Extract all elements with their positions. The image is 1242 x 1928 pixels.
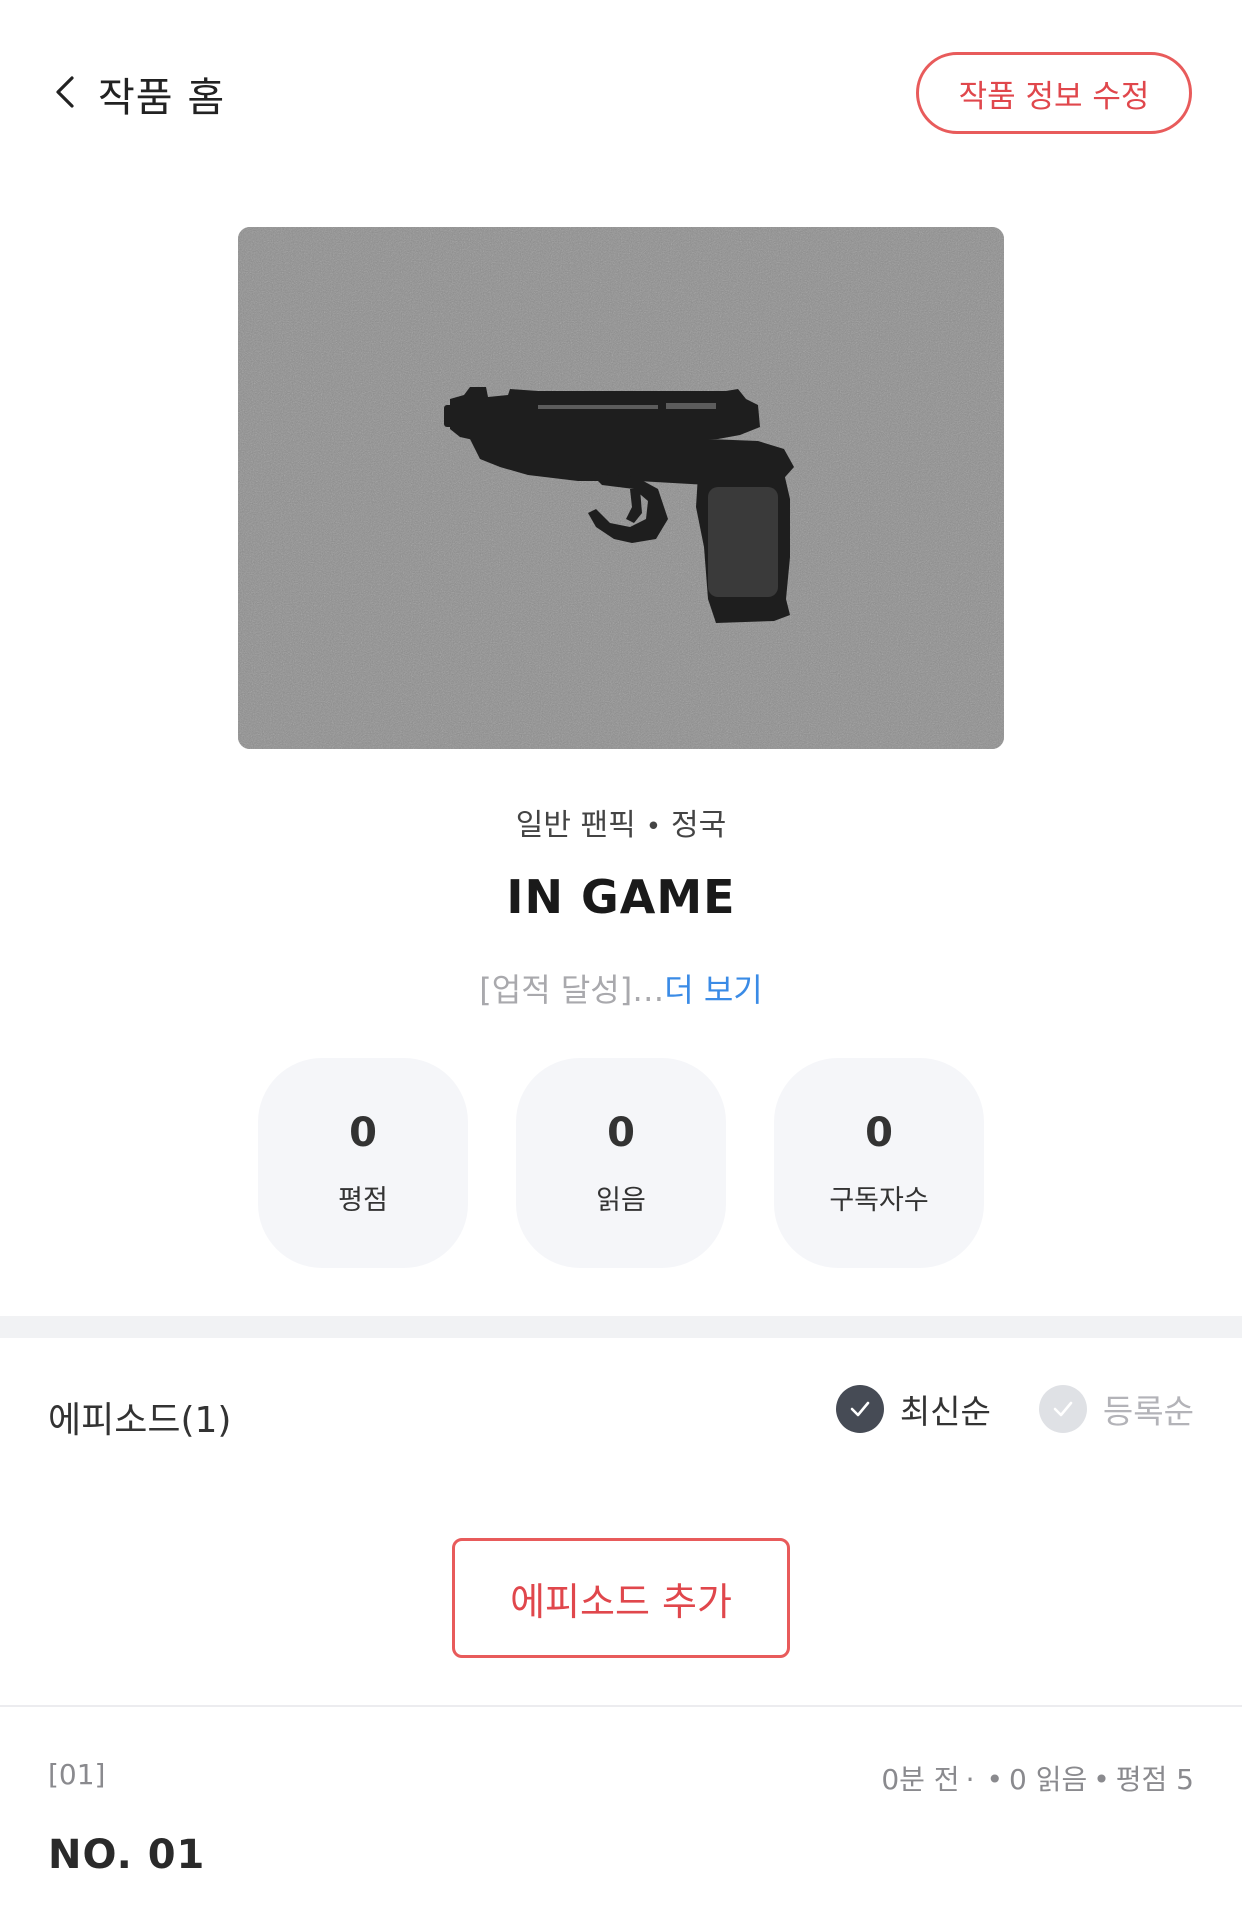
sort-latest-label: 최신순 [899,1392,991,1431]
separator-dot: · [965,1763,975,1796]
back-button[interactable]: 작품 홈 [50,62,225,126]
stat-reads: 0 읽음 [516,1058,726,1268]
back-label: 작품 홈 [98,75,226,121]
stats-row: 0 평점 0 읽음 0 구독자수 [258,1058,984,1268]
stat-label: 읽음 [596,1184,646,1216]
sort-latest-option[interactable]: 최신순 [835,1385,991,1433]
stat-value: 0 [865,1109,893,1156]
episode-time: 0분 전 [881,1763,960,1796]
episode-count: 에피소드(1) [48,1400,232,1441]
work-detail-page: 작품 홈 작품 정보 수정 일반 팬픽 • 정국 IN GAME [업적 달성]… [0,0,1242,1928]
stat-rating: 0 평점 [258,1058,468,1268]
more-link[interactable]: 더 보기 [664,971,763,1009]
stat-label: 구독자수 [829,1184,929,1216]
separator-dot: • [645,812,662,842]
edit-work-info-button[interactable]: 작품 정보 수정 [916,52,1192,134]
section-divider [0,1316,1242,1338]
episode-list-item[interactable]: [01] 0분 전 · • 0 읽음 • 평점 5 NO. 01 [48,1740,1194,1900]
stat-label: 평점 [338,1184,388,1216]
list-divider [0,1705,1242,1707]
episode-rating: 평점 5 [1115,1763,1194,1796]
sort-registered-option[interactable]: 등록순 [1038,1385,1194,1433]
episode-number: [01] [48,1758,106,1791]
check-icon [835,1385,884,1433]
top-bar: 작품 홈 작품 정보 수정 [0,0,1242,190]
character-label: 정국 [671,808,727,843]
sort-options: 최신순 등록순 [835,1385,1194,1433]
work-title: IN GAME [506,870,736,924]
cover-image [238,227,1004,749]
episode-section-header: 에피소드(1) 최신순 등록순 [48,1385,1194,1445]
episode-info: 0분 전 · • 0 읽음 • 평점 5 [881,1758,1194,1798]
pistol-image [238,227,1004,749]
stat-value: 0 [607,1109,635,1156]
stat-subscribers: 0 구독자수 [774,1058,984,1268]
summary-text: [업적 달성]… [479,971,665,1009]
separator-dot: • [986,1763,1003,1796]
episode-title: NO. 01 [48,1832,206,1878]
stat-value: 0 [349,1109,377,1156]
sort-registered-label: 등록순 [1102,1392,1194,1431]
work-summary: [업적 달성]…더 보기 [0,965,1242,1011]
work-meta: 일반 팬픽 • 정국 [0,800,1242,844]
episode-reads: 0 읽음 [1008,1763,1088,1796]
category-label: 일반 팬픽 [515,808,636,843]
check-icon [1038,1385,1087,1433]
chevron-left-icon [50,72,80,116]
add-episode-button[interactable]: 에피소드 추가 [452,1538,790,1658]
separator-dot: • [1093,1763,1110,1796]
